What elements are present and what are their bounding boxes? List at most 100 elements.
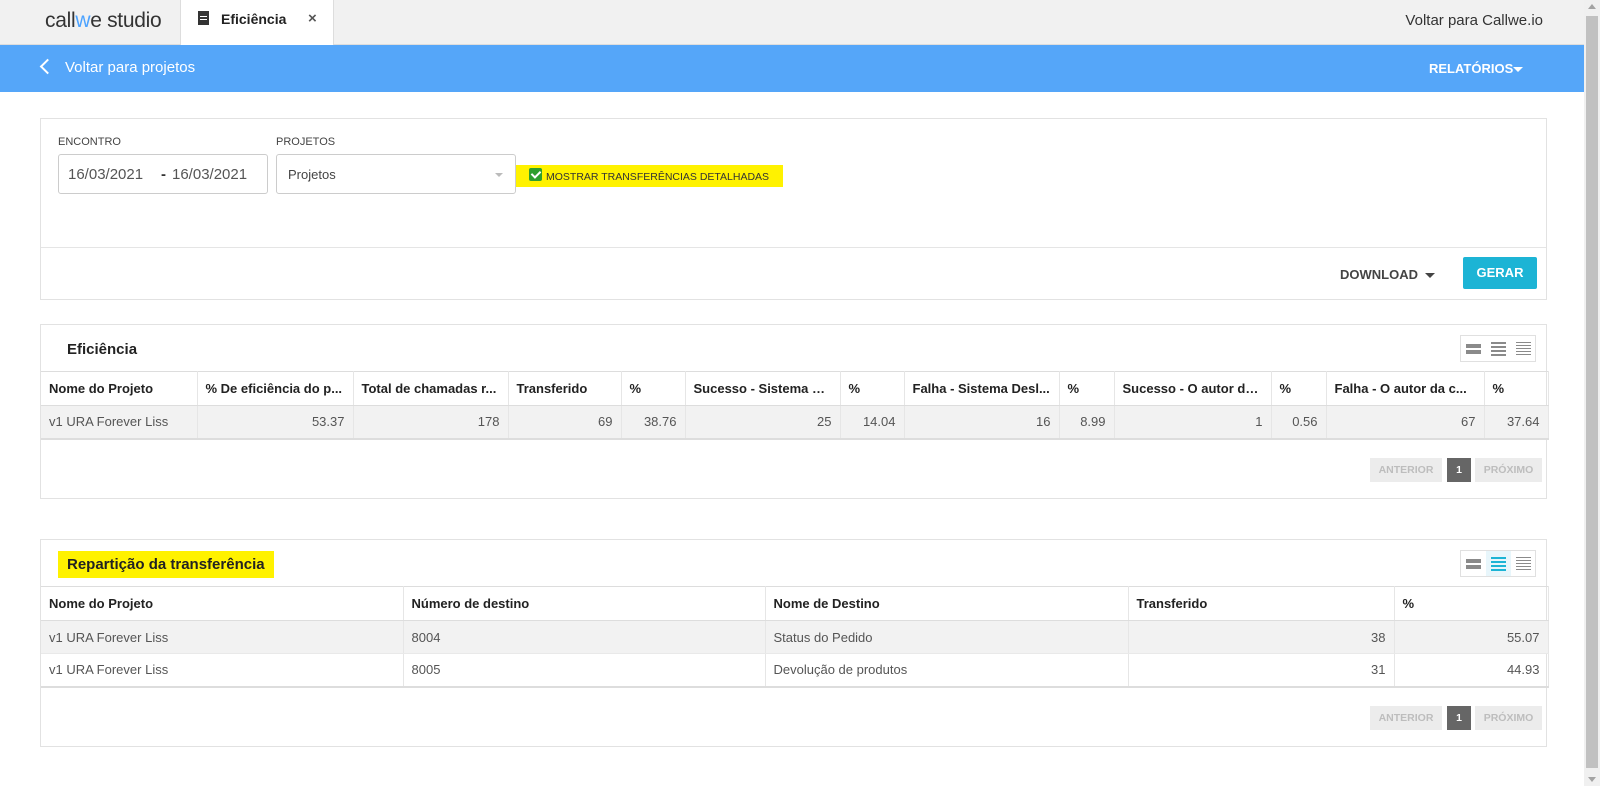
- back-to-site-link[interactable]: Voltar para Callwe.io: [1405, 12, 1543, 29]
- table-cell: 0.56: [1271, 405, 1327, 440]
- column-header[interactable]: %: [1394, 586, 1549, 621]
- table-cell: v1 URA Forever Liss: [41, 653, 404, 688]
- column-header[interactable]: Sucesso - O autor da...: [1114, 371, 1272, 406]
- detailed-transfers-toggle[interactable]: MOSTRAR TRANSFERÊNCIAS DETALHADAS: [516, 165, 783, 187]
- tab-label: Eficiência: [221, 11, 287, 27]
- view-normal-icon[interactable]: [1486, 336, 1511, 361]
- view-dense-icon[interactable]: [1511, 551, 1536, 576]
- eficiencia-panel: Eficiência Nome do Projeto % De eficiênc…: [40, 324, 1549, 499]
- view-compact-icon[interactable]: [1461, 336, 1486, 361]
- checkbox-checked-icon[interactable]: [529, 168, 542, 181]
- scrollbar-thumb[interactable]: [1586, 16, 1598, 768]
- date-from[interactable]: 16/03/2021: [68, 166, 143, 183]
- next-page-button[interactable]: PRÓXIMO: [1475, 706, 1542, 730]
- pagination: ANTERIOR 1 PRÓXIMO: [1370, 706, 1542, 730]
- table-cell: 69: [508, 405, 622, 440]
- table-cell: 8004: [403, 620, 766, 654]
- back-to-projects-link[interactable]: Voltar para projetos: [65, 59, 195, 76]
- next-page-button[interactable]: PRÓXIMO: [1475, 458, 1542, 482]
- column-header[interactable]: %: [621, 371, 686, 406]
- table-row[interactable]: v1 URA Forever Liss 53.37 178 69 38.76 2…: [41, 405, 1549, 440]
- table-row[interactable]: v1 URA Forever Liss 8004 Status do Pedid…: [41, 620, 1549, 654]
- reparticao-panel: Repartição da transferência Nome do Proj…: [40, 539, 1549, 747]
- table-cell: 31: [1128, 653, 1395, 688]
- table-row[interactable]: v1 URA Forever Liss 8005 Devolução de pr…: [41, 653, 1549, 688]
- encontro-label: ENCONTRO: [58, 136, 121, 148]
- prev-page-button[interactable]: ANTERIOR: [1370, 706, 1442, 730]
- table-cell: 67: [1326, 405, 1485, 440]
- divider: [41, 247, 1546, 248]
- table-cell: 14.04: [840, 405, 905, 440]
- view-toggle-group: [1460, 550, 1536, 577]
- projetos-select-value: Projetos: [288, 167, 336, 182]
- column-header[interactable]: % De eficiência do p...: [197, 371, 354, 406]
- date-separator: -: [161, 166, 166, 183]
- close-icon[interactable]: ×: [308, 10, 317, 27]
- table-cell: Devolução de produtos: [765, 653, 1129, 688]
- table-cell: 44.93: [1394, 653, 1549, 688]
- chevron-down-icon: [495, 173, 503, 177]
- table-cell: 55.07: [1394, 620, 1549, 654]
- table-cell: 53.37: [197, 405, 354, 440]
- table-cell: 25: [685, 405, 841, 440]
- caret-down-icon[interactable]: [1425, 273, 1435, 278]
- column-header[interactable]: Total de chamadas r...: [353, 371, 509, 406]
- view-compact-icon[interactable]: [1461, 551, 1486, 576]
- document-icon: [198, 11, 209, 25]
- table-cell: 16: [904, 405, 1060, 440]
- column-header[interactable]: Sucesso - Sistema D...: [685, 371, 841, 406]
- scroll-up-icon[interactable]: [1588, 4, 1596, 9]
- column-header[interactable]: %: [840, 371, 905, 406]
- top-bar: callwe studio Eficiência × Voltar para C…: [0, 0, 1584, 45]
- projetos-label: PROJETOS: [276, 136, 336, 148]
- view-toggle-group: [1460, 335, 1536, 362]
- app-logo: callwe studio: [45, 9, 162, 32]
- table-cell: 37.64: [1484, 405, 1549, 440]
- column-header[interactable]: Transferido: [508, 371, 622, 406]
- column-header[interactable]: Nome do Projeto: [41, 586, 404, 621]
- download-button[interactable]: DOWNLOAD: [1340, 267, 1418, 282]
- column-header[interactable]: Transferido: [1128, 586, 1395, 621]
- reparticao-table: Nome do Projeto Número de destino Nome d…: [41, 586, 1549, 688]
- pagination: ANTERIOR 1 PRÓXIMO: [1370, 458, 1542, 482]
- reports-menu[interactable]: RELATÓRIOS: [1429, 61, 1513, 76]
- caret-down-icon[interactable]: [1513, 67, 1523, 72]
- view-normal-icon[interactable]: [1486, 551, 1511, 576]
- section-title: Eficiência: [67, 341, 138, 358]
- column-header[interactable]: Falha - O autor da c...: [1326, 371, 1485, 406]
- table-header-row: Nome do Projeto Número de destino Nome d…: [41, 586, 1549, 621]
- column-header[interactable]: %: [1059, 371, 1115, 406]
- view-dense-icon[interactable]: [1511, 336, 1536, 361]
- tab-eficiencia[interactable]: Eficiência ×: [180, 0, 334, 45]
- table-cell: 8.99: [1059, 405, 1115, 440]
- scroll-down-icon[interactable]: [1588, 777, 1596, 782]
- table-cell: 178: [353, 405, 509, 440]
- nav-bar: Voltar para projetos RELATÓRIOS: [0, 45, 1584, 92]
- section-title: Repartição da transferência: [58, 551, 274, 578]
- column-header[interactable]: %: [1484, 371, 1549, 406]
- column-header[interactable]: %: [1271, 371, 1327, 406]
- page-number-button[interactable]: 1: [1447, 458, 1471, 482]
- filters-panel: ENCONTRO 16/03/2021 - 16/03/2021 PROJETO…: [40, 118, 1547, 300]
- table-cell: v1 URA Forever Liss: [41, 405, 198, 440]
- column-header[interactable]: Nome de Destino: [765, 586, 1129, 621]
- table-cell: 1: [1114, 405, 1272, 440]
- chevron-left-icon[interactable]: [39, 58, 56, 75]
- table-header-row: Nome do Projeto % De eficiência do p... …: [41, 371, 1549, 406]
- date-range-input[interactable]: 16/03/2021 - 16/03/2021: [58, 154, 268, 194]
- column-header[interactable]: Número de destino: [403, 586, 766, 621]
- prev-page-button[interactable]: ANTERIOR: [1370, 458, 1442, 482]
- scrollbar[interactable]: [1584, 0, 1600, 786]
- detailed-transfers-label[interactable]: MOSTRAR TRANSFERÊNCIAS DETALHADAS: [546, 171, 769, 183]
- table-cell: 38: [1128, 620, 1395, 654]
- projetos-select[interactable]: Projetos: [276, 154, 516, 194]
- column-header[interactable]: Falha - Sistema Desl...: [904, 371, 1060, 406]
- table-cell: v1 URA Forever Liss: [41, 620, 404, 654]
- date-to[interactable]: 16/03/2021: [172, 166, 247, 183]
- gerar-button[interactable]: GERAR: [1463, 257, 1537, 289]
- table-cell: Status do Pedido: [765, 620, 1129, 654]
- page-number-button[interactable]: 1: [1447, 706, 1471, 730]
- table-cell: 8005: [403, 653, 766, 688]
- column-header[interactable]: Nome do Projeto: [41, 371, 198, 406]
- eficiencia-table: Nome do Projeto % De eficiência do p... …: [41, 371, 1549, 440]
